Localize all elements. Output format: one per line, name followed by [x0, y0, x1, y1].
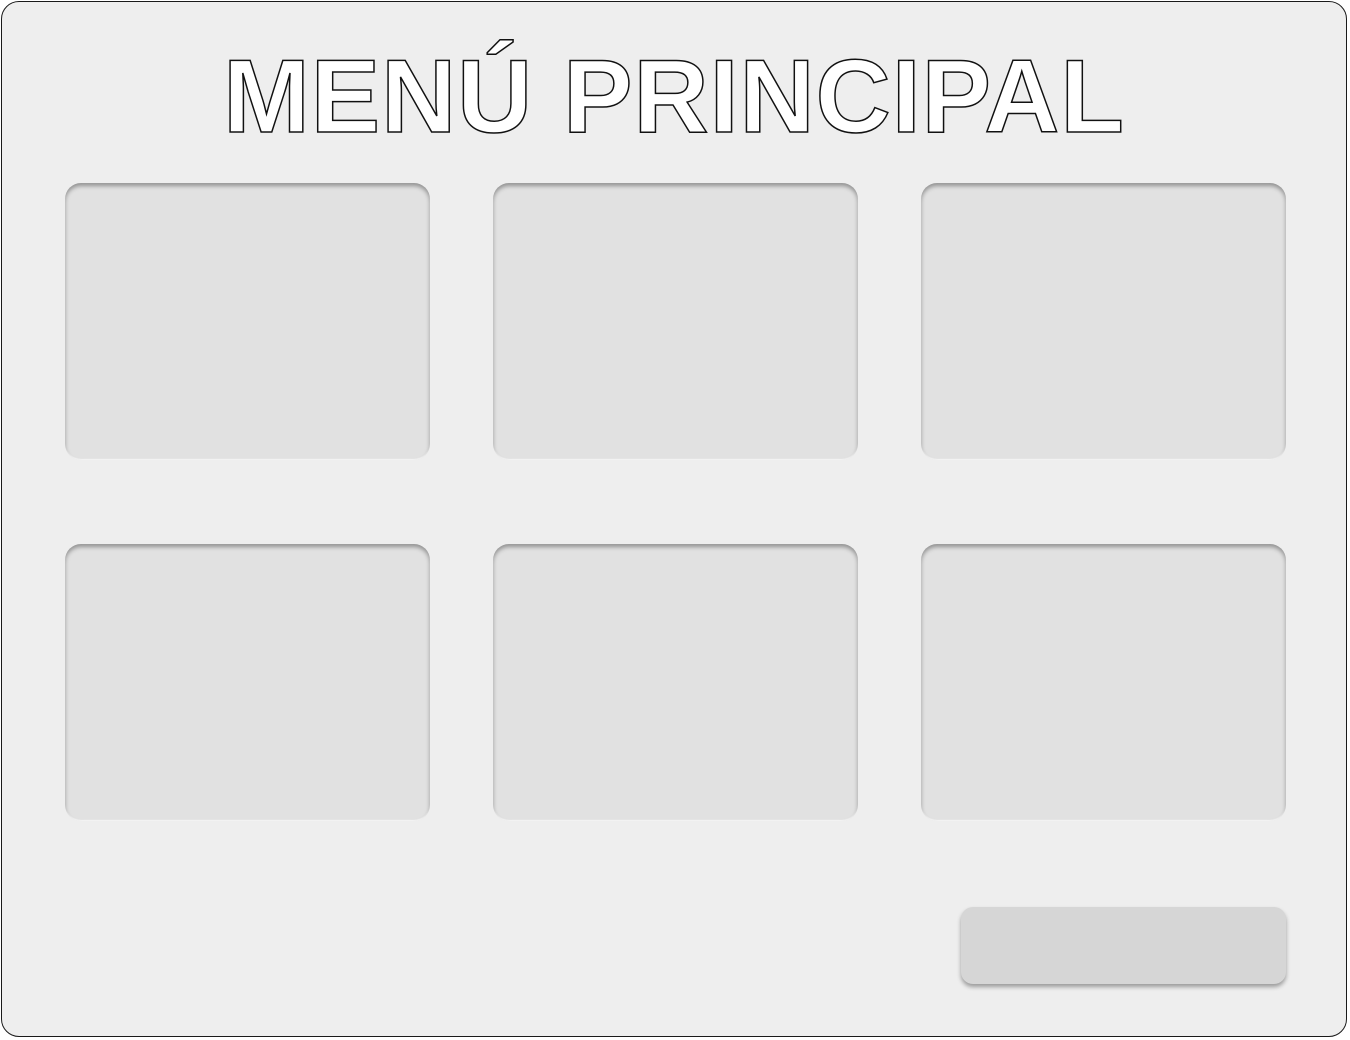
action-button[interactable] [961, 907, 1286, 984]
menu-slot-6[interactable] [921, 544, 1286, 821]
main-menu-window: MENÚ PRINCIPAL [1, 1, 1347, 1037]
menu-slot-2[interactable] [493, 183, 858, 460]
menu-slot-3[interactable] [921, 183, 1286, 460]
menu-slot-4[interactable] [65, 544, 430, 821]
menu-slot-5[interactable] [493, 544, 858, 821]
menu-slot-1[interactable] [65, 183, 430, 460]
page-title: MENÚ PRINCIPAL [222, 39, 1125, 155]
